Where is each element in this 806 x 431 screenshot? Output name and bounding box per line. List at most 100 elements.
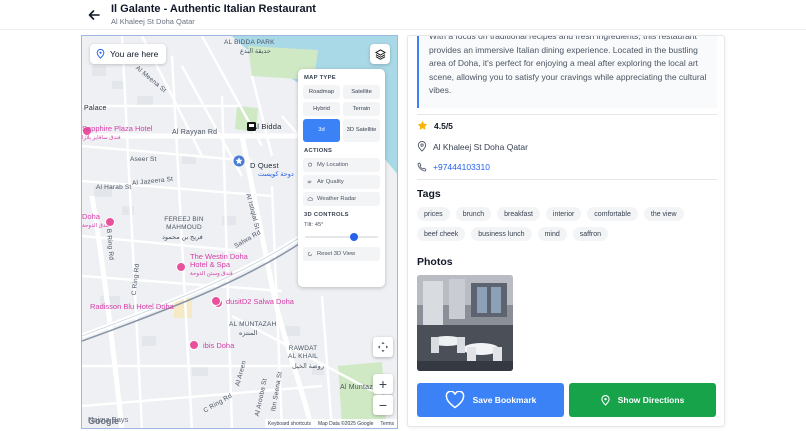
map-label-al-bidda-park-ar: حديقة البدع bbox=[240, 48, 271, 55]
transit-icon bbox=[247, 122, 256, 131]
back-arrow-icon[interactable] bbox=[86, 7, 102, 23]
actions-title: ACTIONS bbox=[304, 148, 333, 154]
poi-radisson[interactable]: Radisson Blu Hotel Doha bbox=[90, 303, 174, 311]
divider bbox=[417, 179, 717, 180]
save-bookmark-button[interactable]: Save Bookmark bbox=[417, 383, 564, 417]
heart-icon bbox=[445, 391, 464, 409]
reset-3d-view-button[interactable]: Reset 3D View bbox=[303, 247, 380, 261]
tag-chip[interactable]: the view bbox=[643, 207, 684, 221]
map-label-fereej-ar: فريج بن محمود bbox=[162, 234, 203, 241]
map-type-terrain[interactable]: Terrain bbox=[343, 102, 380, 116]
restaurant-interior-image bbox=[417, 275, 513, 371]
tilt-label: Tilt: 45° bbox=[304, 222, 324, 228]
map-label-al-bidda: Al Bidda bbox=[252, 122, 282, 131]
tilt-slider-knob[interactable] bbox=[349, 233, 358, 241]
map-type-roadmap[interactable]: Roadmap bbox=[303, 85, 340, 99]
3d-controls-title: 3D CONTROLS bbox=[304, 212, 349, 218]
map-label-rawdat-ar: روضة الخيل bbox=[292, 363, 324, 370]
poi-doha-label: Doha bbox=[82, 212, 100, 221]
save-bookmark-label: Save Bookmark bbox=[472, 395, 537, 405]
hotel-marker[interactable] bbox=[189, 340, 199, 350]
map-type-title: MAP TYPE bbox=[304, 75, 336, 81]
tag-chip[interactable]: brunch bbox=[455, 207, 492, 221]
cloud-icon bbox=[307, 197, 313, 201]
terms-link[interactable]: Terms bbox=[380, 421, 394, 427]
poi-sapphire-label-ar: فندق سافاير بلازا bbox=[82, 135, 121, 141]
poi-ibis[interactable]: ibis Doha bbox=[203, 342, 234, 350]
location-pin-icon bbox=[96, 49, 105, 59]
reset-icon bbox=[307, 251, 313, 257]
tag-chip[interactable]: mind bbox=[537, 227, 567, 241]
description-text: With a focus on traditional recipes and … bbox=[429, 35, 707, 96]
divider bbox=[417, 114, 717, 115]
location-pin-icon bbox=[601, 394, 610, 406]
map-label-d-quest-ar: دوحة كويست bbox=[258, 171, 294, 178]
address-text: Al Khaleej St Doha Qatar bbox=[433, 141, 528, 152]
tags-list: prices brunch breakfast interior comfortable… bbox=[417, 207, 717, 241]
layers-icon bbox=[374, 48, 386, 60]
poi-dusit[interactable]: dusitD2 Salwa Doha bbox=[226, 298, 294, 306]
tag-chip[interactable]: beef cheek bbox=[417, 227, 466, 241]
keyboard-shortcuts-link[interactable]: Keyboard shortcuts bbox=[268, 421, 311, 427]
tilt-slider[interactable] bbox=[305, 232, 378, 242]
zoom-in-button[interactable]: + bbox=[373, 374, 393, 394]
weather-radar-label: Weather Radar bbox=[317, 196, 357, 202]
map-label-al-harab-st: Al Harab St bbox=[96, 184, 132, 191]
tag-chip[interactable]: business lunch bbox=[471, 227, 532, 241]
my-location-label: My Location bbox=[317, 162, 349, 168]
layers-button[interactable] bbox=[370, 44, 390, 64]
photos-title: Photos bbox=[417, 256, 453, 268]
map-label-al-muntazah: AL MUNTAZAH bbox=[229, 321, 277, 328]
map-type-3d[interactable]: 3d bbox=[303, 119, 340, 142]
poi-westin-label-ar: فندق وستن الدوحة bbox=[190, 271, 233, 277]
tags-title: Tags bbox=[417, 188, 441, 200]
map-label-rawdat-al-khail: RAWDAT AL KHAIL bbox=[288, 345, 318, 360]
rating-row: 4.5/5 bbox=[417, 120, 453, 131]
wind-icon bbox=[307, 180, 312, 184]
star-marker-icon[interactable] bbox=[233, 155, 245, 167]
restaurant-photo[interactable] bbox=[417, 275, 513, 371]
map-label-aseer-st: Aseer St bbox=[130, 156, 157, 163]
pan-control-button[interactable] bbox=[373, 337, 393, 357]
zoom-out-button[interactable]: − bbox=[373, 395, 393, 415]
map-label-d-quest: D Quest bbox=[250, 161, 279, 170]
map-label-al-rayyan-rd: Al Rayyan Rd bbox=[172, 129, 218, 136]
page-subtitle: Al Khaleej St Doha Qatar bbox=[111, 17, 195, 26]
page-title: Il Galante - Authentic Italian Restauran… bbox=[111, 3, 316, 15]
hotel-marker[interactable] bbox=[211, 296, 221, 306]
location-pin-icon bbox=[417, 141, 427, 152]
location-pin-icon bbox=[308, 162, 312, 167]
reset-3d-view-label: Reset 3D View bbox=[317, 251, 356, 257]
tag-chip[interactable]: comfortable bbox=[587, 207, 638, 221]
phone-icon bbox=[417, 162, 427, 172]
show-directions-button[interactable]: Show Directions bbox=[569, 383, 716, 417]
tag-chip[interactable]: breakfast bbox=[497, 207, 540, 221]
air-quality-label: Air Quality bbox=[317, 179, 344, 185]
map-type-satellite[interactable]: Satellite bbox=[343, 85, 380, 99]
tag-chip[interactable]: interior bbox=[545, 207, 582, 221]
weather-radar-button[interactable]: Weather Radar bbox=[303, 192, 380, 206]
address-row: Al Khaleej St Doha Qatar bbox=[417, 141, 528, 152]
air-quality-button[interactable]: Air Quality bbox=[303, 175, 380, 189]
poi-westin-label: The Westin Doha Hotel & Spa bbox=[190, 252, 248, 269]
you-are-here-chip[interactable]: You are here bbox=[90, 44, 167, 64]
tag-chip[interactable]: prices bbox=[417, 207, 450, 221]
poi-westin[interactable]: The Westin Doha Hotel & Spa فندق وستن ال… bbox=[190, 253, 260, 278]
map-type-3d-satellite[interactable]: 3D Satellite bbox=[343, 119, 380, 142]
map-type-hybrid[interactable]: Hybrid bbox=[303, 102, 340, 116]
hotel-marker[interactable] bbox=[176, 262, 186, 272]
google-logo: Google bbox=[88, 416, 119, 426]
hotel-marker[interactable] bbox=[105, 217, 115, 227]
map-label-al-bidda-park: AL BIDDA PARK bbox=[224, 39, 275, 46]
map-options-panel: MAP TYPE Roadmap Satellite Hybrid Terrai… bbox=[298, 69, 385, 287]
poi-sapphire-plaza-hotel[interactable]: Sapphire Plaza Hotel فندق سافاير بلازا bbox=[82, 125, 152, 142]
phone-link[interactable]: +97444103310 bbox=[433, 162, 490, 172]
top-header: Il Galante - Authentic Italian Restauran… bbox=[0, 0, 806, 30]
map-label-palace: Palace bbox=[84, 105, 107, 112]
move-arrows-icon bbox=[378, 342, 388, 352]
map-view[interactable]: AL BIDDA PARK حديقة البدع Al Bidda Al Ra… bbox=[81, 35, 398, 429]
rating-value: 4.5/5 bbox=[434, 120, 453, 131]
my-location-button[interactable]: My Location bbox=[303, 158, 380, 172]
map-type-grid: Roadmap Satellite Hybrid Terrain 3d 3D S… bbox=[303, 85, 380, 142]
tag-chip[interactable]: saffron bbox=[572, 227, 609, 241]
